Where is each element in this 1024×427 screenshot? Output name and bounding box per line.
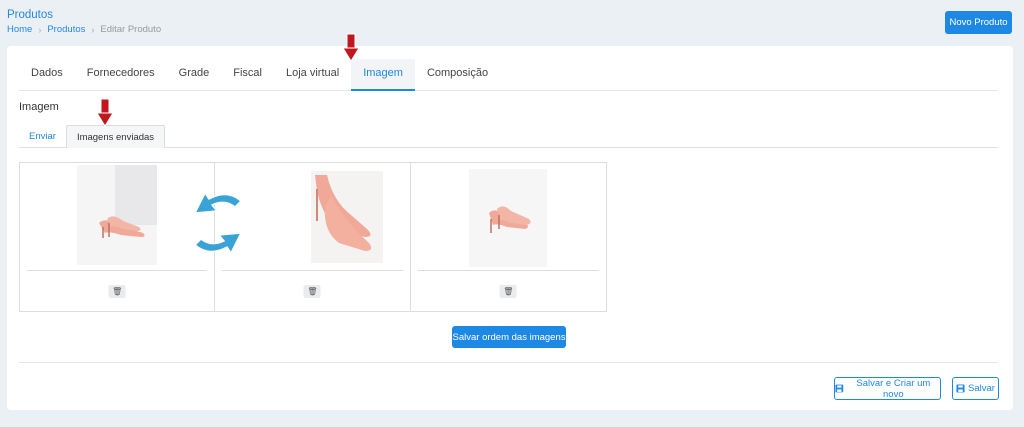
save-button[interactable]: Salvar [952,377,999,400]
divider [27,270,208,271]
save-and-new-label: Salvar e Criar um novo [856,377,931,400]
tab-dados[interactable]: Dados [19,59,75,91]
tab-fornecedores[interactable]: Fornecedores [75,59,167,91]
new-product-button[interactable]: Novo Produto [945,11,1012,34]
product-tabs: Dados Fornecedores Grade Fiscal Loja vir… [19,59,998,91]
product-image [469,169,548,267]
tab-fiscal[interactable]: Fiscal [221,59,274,91]
gallery-item[interactable]: 🗑 [411,163,606,311]
annotation-arrow-icon [96,98,114,127]
breadcrumb-home[interactable]: Home [7,24,32,35]
breadcrumb-current: Editar Produto [100,24,162,35]
chevron-right-icon: › [38,24,42,35]
save-image-order-button[interactable]: Salvar ordem das imagens [452,326,566,348]
section-label: Imagem [19,101,59,113]
page-title: Produtos [7,9,54,21]
product-card: Dados Fornecedores Grade Fiscal Loja vir… [7,46,1013,410]
floppy-disk-icon [956,384,965,393]
tab-loja-virtual[interactable]: Loja virtual [274,59,351,91]
breadcrumb-produtos[interactable]: Produtos [47,24,85,35]
save-and-new-button[interactable]: Salvar e Criar um novo [834,377,941,400]
save-label: Salvar [968,383,995,394]
subtab-enviar[interactable]: Enviar [19,125,66,148]
floppy-disk-icon [835,384,844,393]
image-subtabs: Enviar Imagens enviadas [19,125,998,148]
divider [417,270,599,271]
breadcrumb: Home › Produtos › Editar Produto [7,24,161,35]
tab-grade[interactable]: Grade [167,59,222,91]
product-image [311,171,384,263]
divider [19,362,998,363]
chevron-right-icon: › [91,24,95,35]
trash-icon[interactable]: 🗑 [499,285,517,298]
tab-composicao[interactable]: Composição [415,59,500,91]
trash-icon[interactable]: 🗑 [303,285,321,298]
tab-imagem[interactable]: Imagem [351,59,415,91]
image-gallery: 🗑 🗑 🗑 [19,162,607,312]
swap-arrows-icon [193,191,243,255]
annotation-arrow-icon [342,33,360,62]
product-image [77,165,158,265]
trash-icon[interactable]: 🗑 [108,285,126,298]
divider [222,270,403,271]
subtab-imagens-enviadas[interactable]: Imagens enviadas [65,125,166,148]
